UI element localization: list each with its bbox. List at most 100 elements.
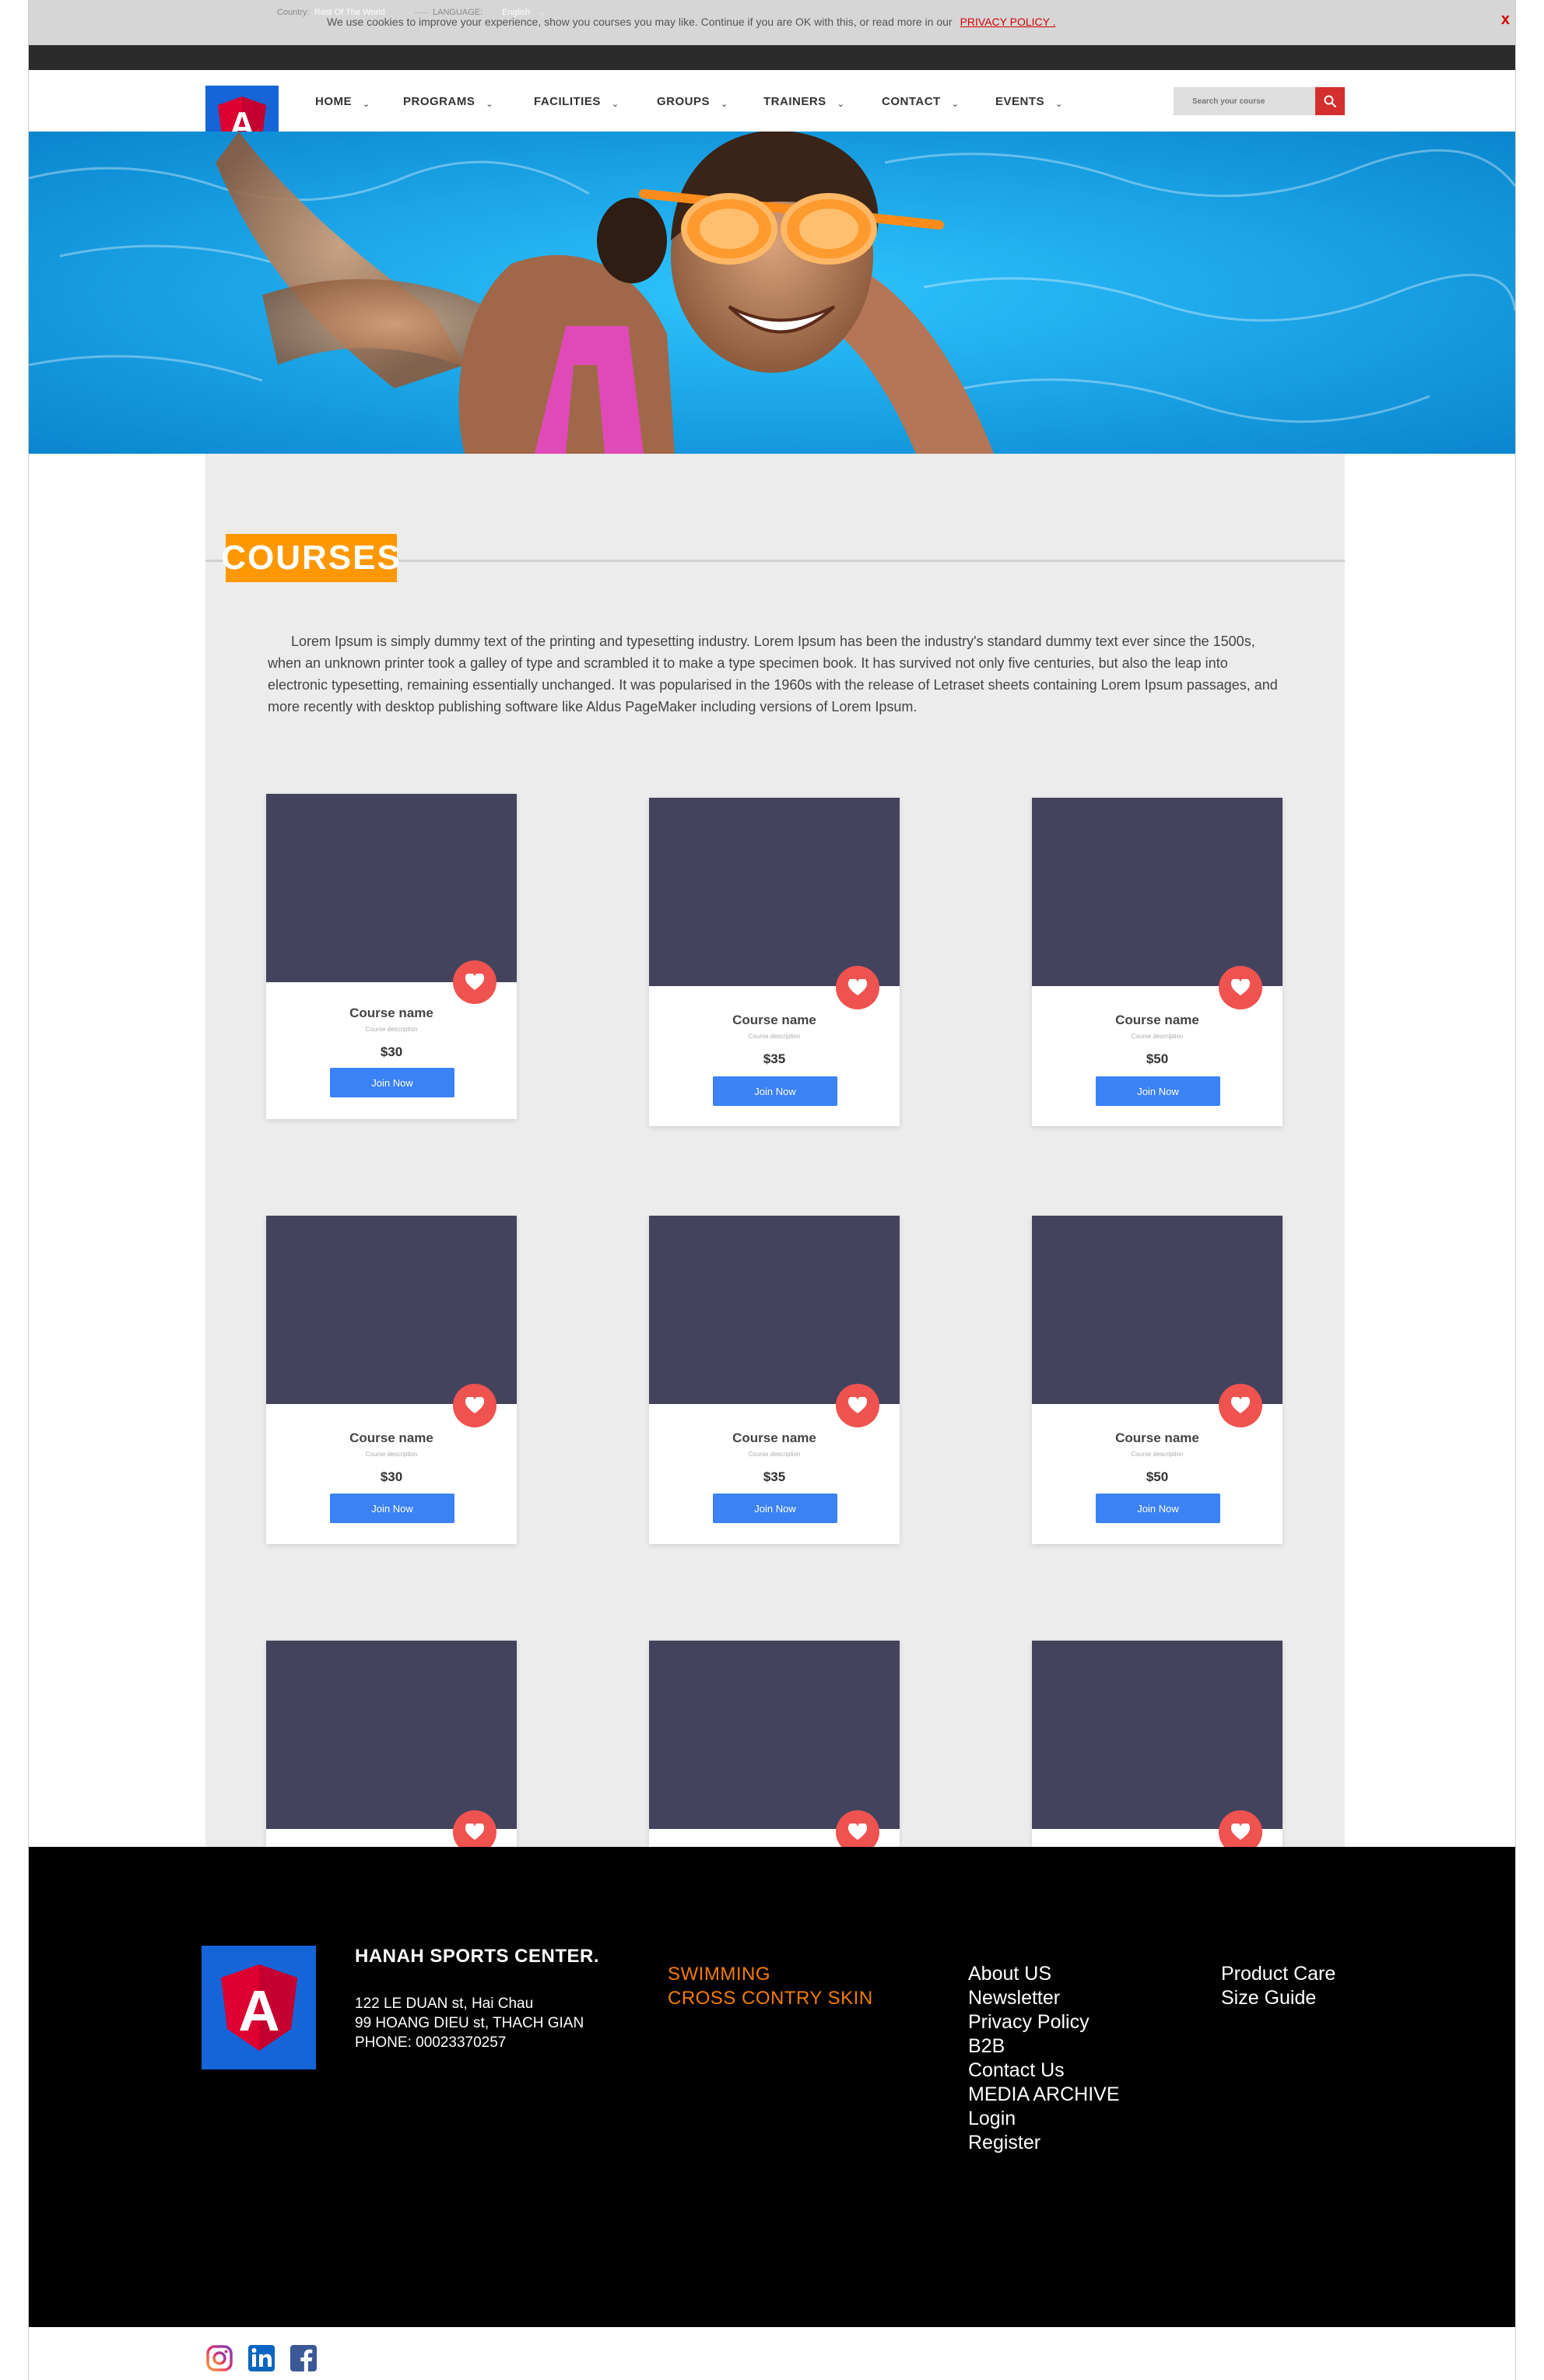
course-price: $35 <box>763 1051 786 1066</box>
footer-link-newsletter[interactable]: Newsletter <box>968 1987 1060 2010</box>
nav-label: EVENTS <box>995 95 1045 108</box>
course-name: Course name <box>732 1013 816 1027</box>
privacy-policy-link[interactable]: PRIVACY POLICY . <box>960 16 1056 28</box>
footer-company-name: HANAH SPORTS CENTER. <box>355 1946 600 1967</box>
heart-icon <box>848 1397 867 1413</box>
course-card[interactable]: Course name Course description $50 Join … <box>1032 798 1283 1126</box>
course-image <box>649 798 900 986</box>
course-description: Course description <box>748 1451 801 1458</box>
linkedin-icon[interactable] <box>247 2344 275 2372</box>
cookie-text: We use cookies to improve your experienc… <box>327 16 953 28</box>
footer-link-media-archive[interactable]: MEDIA ARCHIVE <box>968 2083 1120 2106</box>
footer-address-line: 99 HOANG DIEU st, THACH GIAN <box>355 2015 584 2031</box>
course-name: Course name <box>349 1006 433 1020</box>
nav-label: GROUPS <box>657 95 711 108</box>
favorite-button[interactable] <box>1219 1810 1262 1847</box>
favorite-button[interactable] <box>453 1384 497 1427</box>
nav-item-programs[interactable]: PROGRAMS ⌄ <box>403 95 494 109</box>
heart-icon <box>465 1397 484 1413</box>
angular-logo-icon: A <box>220 1964 297 2051</box>
locale-bar <box>29 45 1515 70</box>
course-name: Course name <box>349 1430 433 1445</box>
course-card[interactable]: Course name Course description $30 Join … <box>266 794 517 1119</box>
nav-item-groups[interactable]: GROUPS ⌄ <box>657 95 728 109</box>
footer-category-link[interactable]: SWIMMING <box>668 1964 770 1985</box>
course-card[interactable] <box>1032 1641 1283 1847</box>
course-name: Course name <box>1115 1013 1199 1027</box>
footer-link-contact[interactable]: Contact Us <box>968 2059 1065 2082</box>
heart-icon <box>1231 1397 1250 1413</box>
footer-link-register[interactable]: Register <box>968 2132 1040 2154</box>
chevron-down-icon: ⌄ <box>837 100 845 109</box>
language-selector[interactable]: English ⌵ <box>502 8 546 17</box>
course-image <box>266 794 517 982</box>
course-price: $35 <box>763 1469 786 1484</box>
favorite-button[interactable] <box>453 1810 497 1847</box>
locale-divider <box>414 12 428 13</box>
course-card[interactable]: Course name Course description $35 Join … <box>649 1216 900 1544</box>
course-price: $30 <box>380 1469 403 1484</box>
favorite-button[interactable] <box>836 1810 879 1847</box>
course-image <box>649 1641 900 1829</box>
footer-link-about[interactable]: About US <box>968 1963 1051 1985</box>
nav-item-contact[interactable]: CONTACT ⌄ <box>882 95 960 109</box>
favorite-button[interactable] <box>836 1384 879 1427</box>
instagram-icon[interactable] <box>205 2344 233 2372</box>
join-now-button[interactable]: Join Now <box>1096 1494 1220 1523</box>
course-name: Course name <box>732 1430 816 1445</box>
course-image <box>266 1216 517 1404</box>
country-selector[interactable]: Rest Of The World <box>314 8 385 17</box>
footer-category-link[interactable]: CROSS CONTRY SKIN <box>668 1988 873 2010</box>
course-price: $30 <box>380 1044 403 1059</box>
favorite-button[interactable] <box>453 960 497 1004</box>
footer-link-login[interactable]: Login <box>968 2108 1016 2130</box>
join-now-button[interactable]: Join Now <box>1096 1076 1220 1106</box>
footer-address-line: 122 LE DUAN st, Hai Chau <box>355 1996 534 2012</box>
chevron-down-icon: ⌄ <box>951 100 960 109</box>
heart-icon <box>465 974 484 990</box>
footer-phone: PHONE: 00023370257 <box>355 2034 507 2051</box>
chevron-down-icon: ⌄ <box>363 100 370 109</box>
course-card[interactable]: Course name Course description $35 Join … <box>649 798 900 1126</box>
course-image <box>266 1641 517 1829</box>
favorite-button[interactable] <box>1219 966 1262 1009</box>
favorite-button[interactable] <box>1219 1384 1262 1427</box>
cookie-close-button[interactable]: x <box>1501 11 1510 29</box>
course-description: Course description <box>748 1033 801 1040</box>
footer-link-privacy[interactable]: Privacy Policy <box>968 2011 1090 2034</box>
course-card[interactable]: Course name Course description $50 Join … <box>1032 1216 1283 1544</box>
nav-label: FACILITIES <box>534 95 601 108</box>
course-image <box>1032 1216 1283 1404</box>
facebook-icon[interactable] <box>290 2344 318 2372</box>
svg-text:A: A <box>238 1978 279 2043</box>
chevron-down-icon: ⌄ <box>486 100 494 109</box>
search-input[interactable] <box>1174 87 1325 115</box>
join-now-button[interactable]: Join Now <box>330 1494 454 1523</box>
footer-link-b2b[interactable]: B2B <box>968 2035 1005 2058</box>
course-name: Course name <box>1115 1430 1199 1445</box>
course-card[interactable] <box>649 1641 900 1847</box>
search-icon <box>1324 95 1337 108</box>
site-footer <box>29 1847 1515 2327</box>
search-button[interactable] <box>1315 87 1345 115</box>
join-now-button[interactable]: Join Now <box>713 1076 837 1106</box>
footer-link-product-care[interactable]: Product Care <box>1221 1963 1335 1985</box>
chevron-down-icon: ⌵ <box>540 9 546 16</box>
nav-item-trainers[interactable]: TRAINERS ⌄ <box>763 95 845 109</box>
heart-icon <box>1231 979 1250 995</box>
favorite-button[interactable] <box>836 966 879 1009</box>
course-card[interactable]: Course name Course description $30 Join … <box>266 1216 517 1544</box>
join-now-button[interactable]: Join Now <box>330 1068 454 1097</box>
course-card[interactable] <box>266 1641 517 1847</box>
language-value: English <box>502 8 531 17</box>
footer-link-size-guide[interactable]: Size Guide <box>1221 1987 1316 2010</box>
heart-icon <box>465 1824 484 1840</box>
courses-intro: Lorem Ipsum is simply dummy text of the … <box>268 634 1278 714</box>
join-now-button[interactable]: Join Now <box>713 1494 837 1523</box>
footer-logo[interactable]: A <box>202 1946 316 2069</box>
nav-item-home[interactable]: HOME ⌄ <box>315 95 370 109</box>
chevron-down-icon: ⌄ <box>721 100 728 109</box>
course-description: Course description <box>365 1451 418 1458</box>
nav-item-facilities[interactable]: FACILITIES ⌄ <box>534 95 619 109</box>
nav-item-events[interactable]: EVENTS ⌄ <box>995 95 1063 109</box>
